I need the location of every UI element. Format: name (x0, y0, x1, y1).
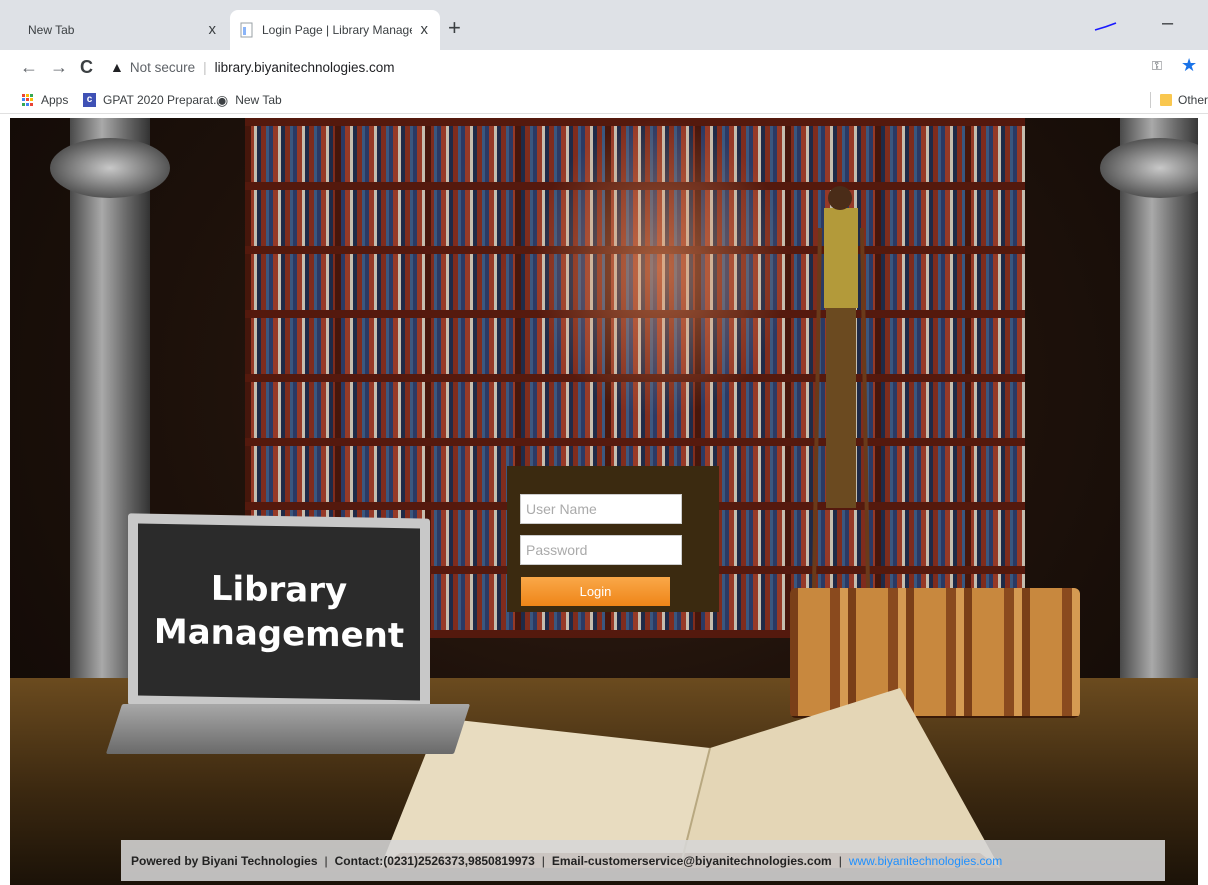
close-tab-icon[interactable]: x (209, 22, 217, 38)
address-separator: | (203, 59, 207, 75)
bookmark-label: Other (1178, 93, 1208, 107)
warning-icon[interactable]: ▲ (110, 59, 124, 75)
browser-tab-strip: New Tab x Login Page | Library Managemen… (0, 0, 1208, 50)
mosaic-portrait (530, 118, 790, 418)
bookmark-other[interactable]: Other (1160, 90, 1208, 110)
laptop-display: Library Management (138, 523, 420, 701)
bookmark-gpat[interactable]: c GPAT 2020 Preparat... (83, 90, 223, 110)
footer-email: Email-customerservice@biyanitechnologies… (551, 853, 832, 868)
bookmarks-bar: Apps c GPAT 2020 Preparat... ◉ New Tab O… (0, 86, 1208, 114)
login-button[interactable]: Login (521, 577, 670, 606)
right-pillar-capital (1100, 138, 1198, 198)
tab-new-tab[interactable]: New Tab x (10, 10, 228, 50)
footer-separator: | (324, 853, 328, 868)
username-input[interactable] (520, 494, 682, 524)
site-footer: Powered by Biyani Technologies | Contact… (121, 840, 1165, 881)
close-tab-icon[interactable]: x (421, 22, 429, 38)
new-tab-button[interactable]: + (448, 16, 461, 40)
apps-grid-icon (22, 94, 34, 106)
footer-website-link[interactable]: www.biyanitechnologies.com (849, 854, 1002, 868)
footer-separator: | (838, 853, 842, 868)
minimize-window-button[interactable]: – (1162, 12, 1173, 35)
bookmark-label: New Tab (235, 93, 282, 107)
left-pillar-capital (50, 138, 170, 198)
reload-button[interactable]: C (80, 54, 93, 80)
back-button[interactable]: ← (20, 54, 38, 80)
tab-title: Login Page | Library Management (262, 23, 412, 37)
security-label[interactable]: Not secure (130, 60, 195, 75)
laptop-screen: Library Management (128, 513, 430, 711)
laptop-keyboard (105, 704, 471, 754)
globe-icon: ◉ (216, 91, 229, 108)
folder-icon (1160, 94, 1172, 106)
man-on-ladder-illustration (812, 186, 870, 588)
pen-stroke-icon (1094, 22, 1117, 31)
library-login-page: Library Management Login Powered by Biya… (10, 118, 1198, 885)
tab-login-page[interactable]: Login Page | Library Management x (230, 10, 440, 50)
bookmark-new-tab[interactable]: ◉ New Tab (216, 90, 282, 110)
footer-separator: | (541, 853, 545, 868)
bookmark-apps[interactable]: Apps (22, 90, 68, 110)
c-icon: c (83, 93, 96, 107)
browser-toolbar: ← → C ▲ Not secure | library.biyanitechn… (0, 50, 1208, 86)
forward-button[interactable]: → (50, 54, 68, 80)
address-bar[interactable]: ▲ Not secure | library.biyanitechnologie… (110, 54, 1160, 80)
laptop-title-line2: Management (153, 611, 405, 657)
right-pillar (1120, 118, 1198, 678)
footer-contact: Contact:(0231)2526373,9850819973 (334, 853, 535, 868)
tab-title: New Tab (28, 23, 75, 37)
bookmark-star-icon[interactable]: ★ (1181, 55, 1197, 76)
login-form: Login (507, 466, 719, 612)
bookmark-divider (1150, 92, 1151, 108)
document-icon (240, 22, 253, 38)
footer-powered-by: Powered by Biyani Technologies (131, 853, 318, 868)
password-input[interactable] (520, 535, 682, 565)
bookmark-label: Apps (41, 93, 69, 107)
laptop-title-line1: Library (210, 568, 348, 612)
bookmark-label: GPAT 2020 Preparat... (103, 93, 224, 107)
url-text[interactable]: library.biyanitechnologies.com (215, 60, 395, 75)
key-icon[interactable]: ⚿ (1152, 58, 1162, 74)
